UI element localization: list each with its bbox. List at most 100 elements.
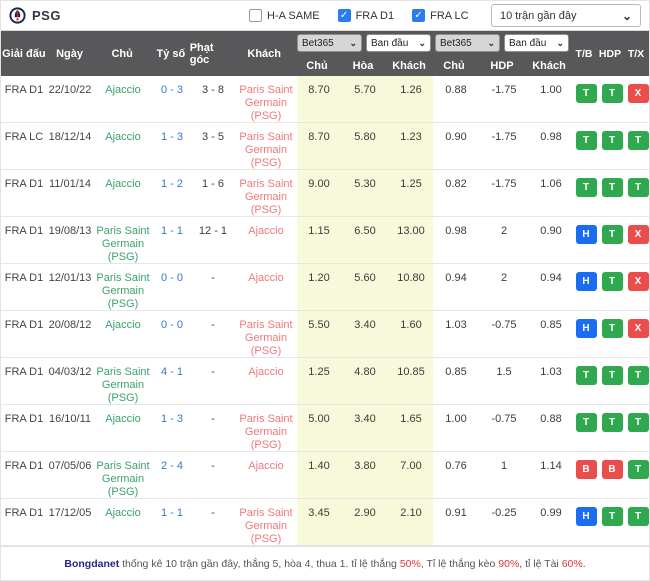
home-team: Paris Saint Germain (PSG) (93, 358, 153, 404)
sub-col-home-hdp: Chủ (431, 60, 477, 72)
score-link[interactable]: 1 - 3 (153, 123, 191, 169)
odd-home: 5.00 (297, 405, 341, 451)
result-badge-tb: H (573, 217, 599, 263)
odd-away: 1.60 (389, 311, 433, 357)
chevron-down-icon: ⌄ (556, 38, 564, 49)
sub-col-draw-odd: Hòa (339, 60, 387, 72)
match-row: FRA D1 12/01/13 Paris Saint Germain (PSG… (1, 264, 649, 311)
score-link[interactable]: 0 - 0 (153, 264, 191, 310)
away-team: Paris Saint Germain (PSG) (235, 499, 297, 545)
checkbox-fra-d1[interactable]: ✓ FRA D1 (338, 9, 395, 22)
league-cell: FRA D1 (1, 76, 47, 122)
stage-select-hdp[interactable]: Ban đầu ⌄ (504, 34, 569, 52)
brand-name: Bongdanet (64, 558, 119, 570)
hdp-badge: T (602, 225, 623, 244)
hdp-badge: B (602, 460, 623, 479)
result-badge-tb: H (573, 311, 599, 357)
tb-badge: T (576, 84, 597, 103)
result-badge-tb: H (573, 499, 599, 545)
bookmaker-select-hdp[interactable]: Bet365 ⌄ (435, 34, 500, 52)
checkbox-fra-lc[interactable]: ✓ FRA LC (412, 9, 469, 22)
checkbox-ha-same[interactable]: H-A SAME (249, 9, 320, 22)
date-cell: 04/03/12 (47, 358, 93, 404)
match-range-value: 10 trận gần đây (500, 10, 576, 22)
result-badge-tb: T (573, 405, 599, 451)
home-team: Ajaccio (93, 76, 153, 122)
date-cell: 18/12/14 (47, 123, 93, 169)
league-cell: FRA D1 (1, 358, 47, 404)
hdp-line: -1.75 (479, 170, 529, 216)
odd-away: 10.80 (389, 264, 433, 310)
hdp-home: 0.91 (433, 499, 479, 545)
date-cell: 20/08/12 (47, 311, 93, 357)
checkbox-icon[interactable]: ✓ (412, 9, 425, 22)
chevron-down-icon: ⌄ (487, 38, 495, 49)
checkbox-icon[interactable] (249, 9, 262, 22)
col-tx: T/X (623, 48, 649, 60)
result-badge-tx: X (625, 264, 650, 310)
hdp-line: -1.75 (479, 76, 529, 122)
odd-draw: 3.80 (341, 452, 389, 498)
odd-draw: 5.60 (341, 264, 389, 310)
result-badge-tx: X (625, 76, 650, 122)
result-badge-tb: B (573, 452, 599, 498)
hdp-away: 0.94 (529, 264, 573, 310)
score-link[interactable]: 0 - 0 (153, 311, 191, 357)
odd-away: 10.85 (389, 358, 433, 404)
odd-away: 1.23 (389, 123, 433, 169)
bookmaker-value: Bet365 (302, 38, 334, 49)
result-badge-hdp: T (599, 264, 625, 310)
score-link[interactable]: 1 - 3 (153, 405, 191, 451)
col-home: Chủ (92, 31, 152, 76)
league-cell: FRA D1 (1, 170, 47, 216)
score-link[interactable]: 1 - 1 (153, 499, 191, 545)
hdp-line: -0.75 (479, 405, 529, 451)
checkbox-label: H-A SAME (267, 10, 320, 22)
result-badge-hdp: T (599, 358, 625, 404)
home-team: Paris Saint Germain (PSG) (93, 264, 153, 310)
stats-footer: Bongdanet thống kê 10 trận gần đây, thắn… (1, 546, 649, 581)
checkbox-label: FRA LC (430, 10, 469, 22)
corners-cell: 1 - 6 (191, 170, 235, 216)
odd-home: 1.20 (297, 264, 341, 310)
score-link[interactable]: 4 - 1 (153, 358, 191, 404)
over-rate: 60% (562, 558, 583, 570)
match-range-select[interactable]: 10 trận gần đây ⌄ (491, 4, 641, 27)
hdp-home: 1.00 (433, 405, 479, 451)
league-cell: FRA D1 (1, 405, 47, 451)
tb-badge: B (576, 460, 597, 479)
match-rows: FRA D1 22/10/22 Ajaccio 0 - 3 3 - 8 Pari… (1, 76, 649, 546)
corners-cell: - (191, 452, 235, 498)
col-tb: T/B (571, 48, 597, 60)
odd-home: 1.25 (297, 358, 341, 404)
corners-cell: 3 - 5 (191, 123, 235, 169)
checkbox-icon[interactable]: ✓ (338, 9, 351, 22)
score-link[interactable]: 0 - 3 (153, 76, 191, 122)
bookmaker-select-1x2[interactable]: Bet365 ⌄ (297, 34, 362, 52)
odd-home: 8.70 (297, 76, 341, 122)
odd-away: 1.65 (389, 405, 433, 451)
hdp-away: 1.03 (529, 358, 573, 404)
hdp-line: -1.75 (479, 123, 529, 169)
league-cell: FRA D1 (1, 452, 47, 498)
corners-cell: - (191, 311, 235, 357)
stage-select-1x2[interactable]: Ban đầu ⌄ (366, 34, 431, 52)
chevron-down-icon: ⌄ (418, 38, 426, 49)
score-link[interactable]: 1 - 2 (153, 170, 191, 216)
hdp-away: 0.85 (529, 311, 573, 357)
score-link[interactable]: 1 - 1 (153, 217, 191, 263)
result-badge-tb: T (573, 358, 599, 404)
hdp-badge: T (602, 366, 623, 385)
date-cell: 19/08/13 (47, 217, 93, 263)
tb-badge: T (576, 366, 597, 385)
tx-badge: T (628, 366, 649, 385)
odd-draw: 6.50 (341, 217, 389, 263)
result-badge-hdp: T (599, 76, 625, 122)
tx-badge: T (628, 178, 649, 197)
score-link[interactable]: 2 - 4 (153, 452, 191, 498)
hdp-away: 0.99 (529, 499, 573, 545)
date-cell: 17/12/05 (47, 499, 93, 545)
filter-checkbox-group: H-A SAME ✓ FRA D1 ✓ FRA LC (249, 9, 469, 22)
hdp-home: 0.90 (433, 123, 479, 169)
chevron-down-icon: ⌄ (349, 38, 357, 49)
